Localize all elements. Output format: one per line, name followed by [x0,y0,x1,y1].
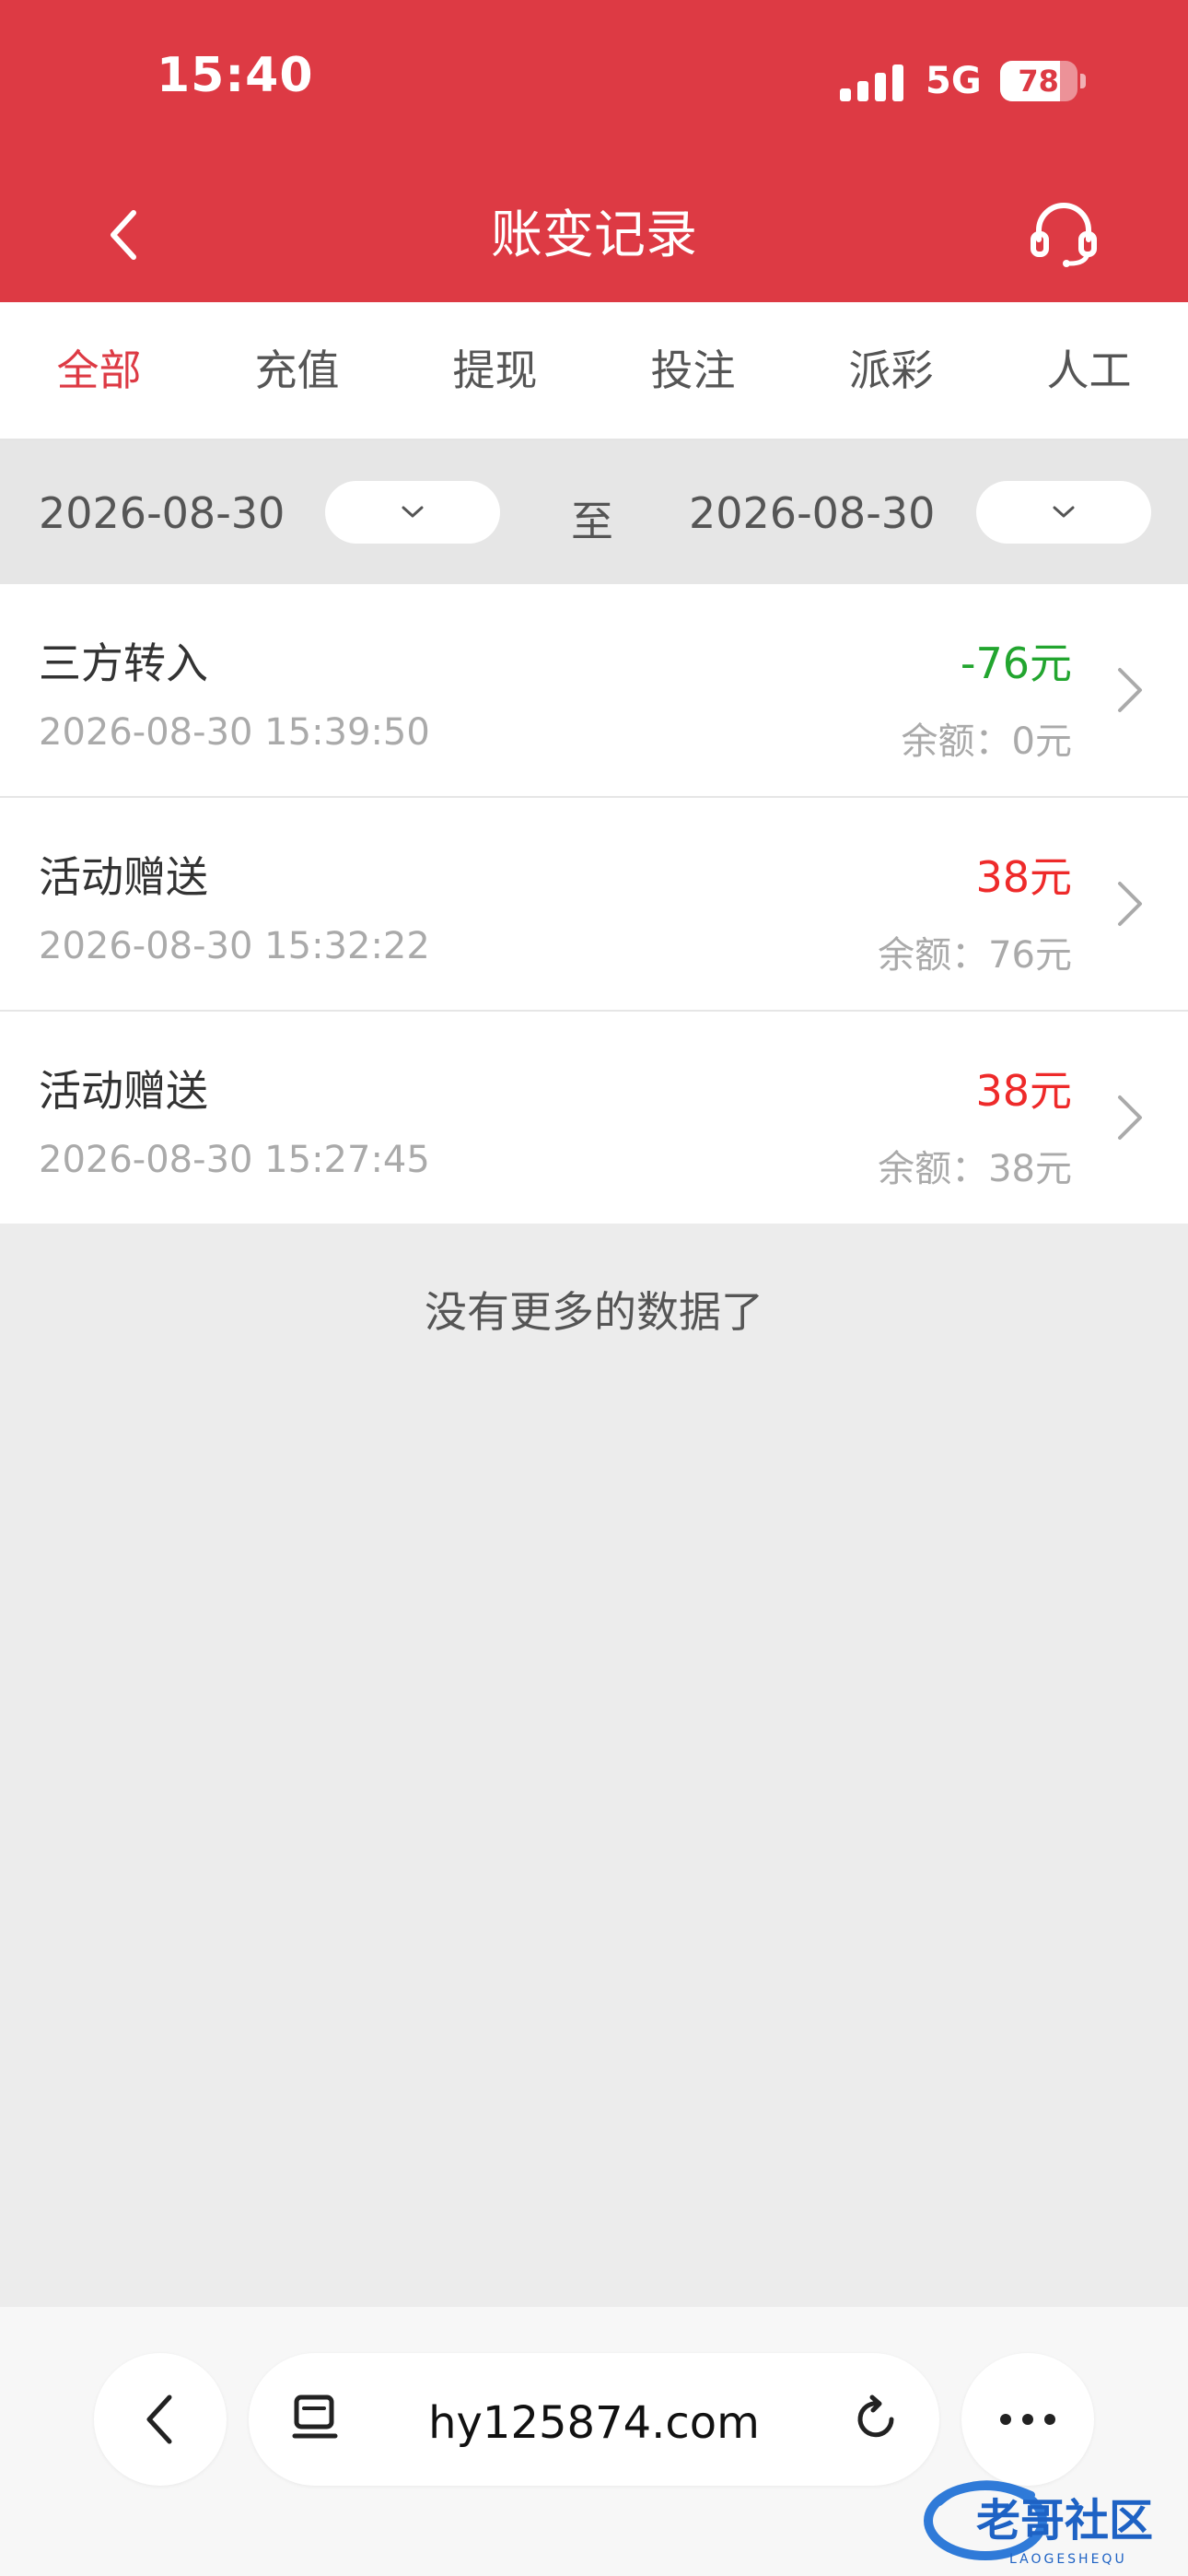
category-tabs: 全部 充值 提现 投注 派彩 人工 [0,302,1188,440]
transaction-amount: 38元 [975,852,1072,902]
chevron-right-icon [1118,882,1142,926]
battery-level: 78 [1018,64,1059,99]
more-options-button[interactable] [961,2353,1094,2486]
transaction-time: 2026-08-30 15:39:50 [39,711,430,754]
address-bar[interactable]: hy125874.com [249,2353,939,2486]
transaction-balance: 余额：76元 [878,934,1072,977]
transaction-row[interactable]: 活动赠送 2026-08-30 15:32:22 38元 余额：76元 [0,798,1188,1012]
battery-tip [1079,74,1086,88]
tab-payout[interactable]: 派彩 [792,302,990,439]
app-header: 15:40 5G 78 账变记录 [0,0,1188,302]
start-date-dropdown[interactable] [325,481,500,544]
chevron-left-icon [146,2395,172,2444]
status-indicators: 5G 78 [840,53,1086,109]
transaction-row[interactable]: 活动赠送 2026-08-30 15:27:45 38元 余额：38元 [0,1012,1188,1224]
url-text: hy125874.com [428,2397,760,2449]
tab-manual[interactable]: 人工 [990,302,1188,439]
chevron-right-icon [1118,668,1142,712]
browser-back-button[interactable] [94,2353,227,2486]
transaction-balance: 余额：0元 [901,720,1072,763]
date-filter: 2026-08-30 至 2026-08-30 [0,440,1188,584]
tab-withdraw[interactable]: 提现 [396,302,594,439]
transaction-type: 活动赠送 [39,1066,208,1116]
transaction-row[interactable]: 三方转入 2026-08-30 15:39:50 -76元 余额：0元 [0,584,1188,798]
chevron-down-icon [402,506,424,518]
tab-all[interactable]: 全部 [0,302,198,439]
network-type: 5G [926,60,982,102]
no-more-data-text: 没有更多的数据了 [425,1287,763,1337]
transaction-time: 2026-08-30 15:32:22 [39,925,430,967]
svg-text:老哥社区: 老哥社区 [976,2495,1153,2547]
tab-bet[interactable]: 投注 [594,302,792,439]
chevron-down-icon [1053,506,1075,518]
headset-icon [1031,203,1097,267]
transaction-balance: 余额：38元 [878,1148,1072,1190]
signal-icon [840,61,903,101]
transaction-time: 2026-08-30 15:27:45 [39,1139,430,1181]
status-time: 15:40 [157,48,314,103]
start-date[interactable]: 2026-08-30 [39,488,285,538]
tab-recharge[interactable]: 充值 [198,302,396,439]
end-date-dropdown[interactable] [976,481,1151,544]
transaction-type: 活动赠送 [39,852,208,902]
customer-service-button[interactable] [1022,198,1105,272]
svg-text:LAOGESHEQU: LAOGESHEQU [1009,2552,1127,2567]
chevron-right-icon [1118,1095,1142,1140]
transaction-amount: 38元 [975,1066,1072,1116]
battery-icon: 78 [999,61,1077,101]
range-separator: 至 [571,497,613,546]
end-date[interactable]: 2026-08-30 [689,488,935,538]
transaction-amount: -76元 [960,638,1072,688]
watermark-logo: 老哥社区 LAOGESHEQU [924,2480,1153,2567]
transaction-type: 三方转入 [39,638,208,688]
page-title: 账变记录 [491,205,697,265]
more-icon [1000,2414,1055,2425]
transaction-list: 三方转入 2026-08-30 15:39:50 -76元 余额：0元 活动赠送… [0,584,1188,1224]
reload-icon[interactable] [851,2394,903,2445]
